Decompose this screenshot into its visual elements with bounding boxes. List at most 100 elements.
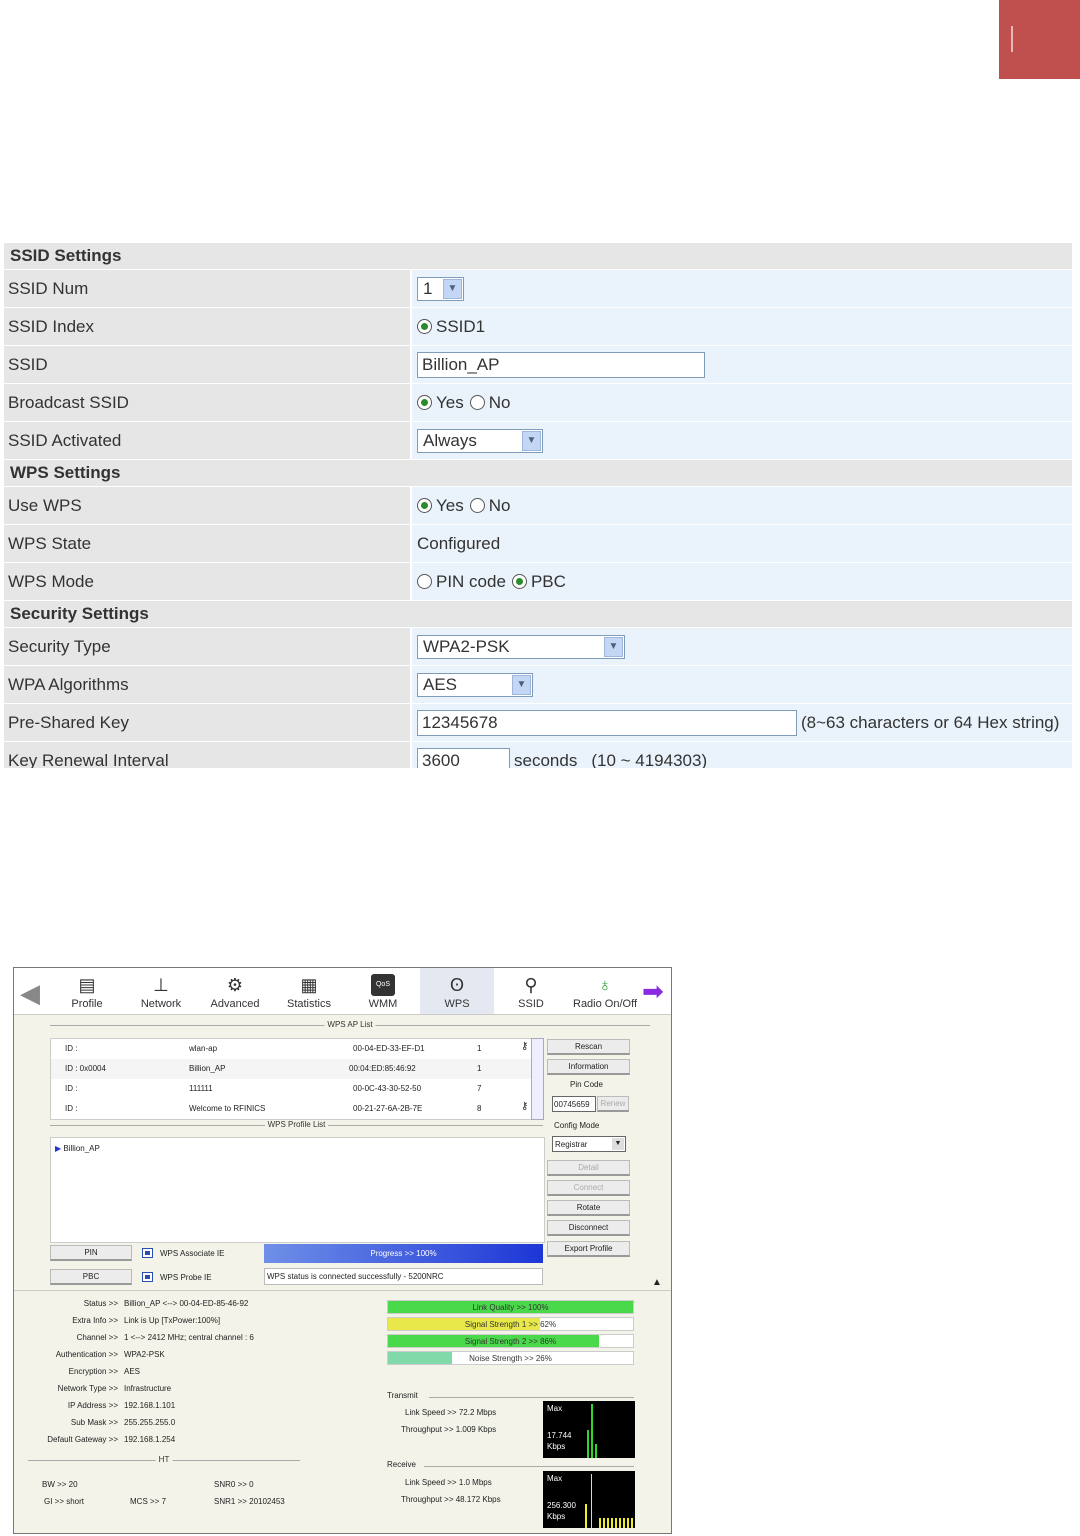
mcs-value: MCS >> 7	[130, 1497, 167, 1506]
rescan-button[interactable]: Rescan	[547, 1039, 630, 1055]
wpa-algorithms-row: WPA Algorithms AES ▼	[4, 666, 1072, 704]
rx-bar	[599, 1518, 633, 1528]
connect-button[interactable]: Connect	[547, 1180, 630, 1196]
tx-bar	[587, 1430, 589, 1458]
radio-empty-icon	[469, 498, 485, 513]
toolbar-wmm[interactable]: QoS WMM	[346, 968, 420, 1014]
toolbar-wps[interactable]: ʘ WPS	[420, 968, 494, 1014]
back-arrow-icon[interactable]: ◀	[20, 978, 40, 1009]
associate-ie-label: WPS Associate IE	[160, 1249, 225, 1258]
ap-row[interactable]: ID : Welcome to RFINICS 00-21-27-6A-2B-7…	[51, 1099, 531, 1119]
chevron-down-icon: ▼	[522, 430, 541, 451]
receive-title: Receive	[387, 1460, 416, 1469]
broadcast-no-radio[interactable]: No	[469, 393, 510, 413]
key-renewal-unit: seconds	[514, 750, 578, 769]
key-renewal-input[interactable]: 3600	[417, 747, 510, 768]
toolbar-network[interactable]: ⊥ Network	[124, 968, 198, 1014]
rx-link-speed: Link Speed >> 1.0 Mbps	[405, 1478, 492, 1487]
use-wps-yes-radio[interactable]: Yes	[417, 496, 464, 516]
calculator-icon: ▦	[300, 975, 318, 995]
ap-list-scrollbar[interactable]	[531, 1038, 544, 1120]
toolbar-radio[interactable]: ♁ Radio On/Off	[568, 968, 642, 1014]
security-type-row: Security Type WPA2-PSK ▼	[4, 628, 1072, 666]
ssid-icon: ⚲	[524, 975, 538, 995]
broadcast-yes-radio[interactable]: Yes	[417, 393, 464, 413]
pin-button[interactable]: PIN	[50, 1245, 132, 1261]
rx-throughput: Throughput >> 48.172 Kbps	[401, 1495, 501, 1504]
snr0-value: SNR0 >> 0	[214, 1480, 254, 1489]
ssid-num-select[interactable]: 1 ▼	[417, 276, 464, 301]
wps-state-row: WPS State Configured	[4, 525, 1072, 563]
collapse-up-icon[interactable]: ▲	[652, 1277, 662, 1288]
use-wps-no-radio[interactable]: No	[469, 496, 510, 516]
status-value: 192.168.1.254	[124, 1435, 176, 1444]
pre-shared-key-row: Pre-Shared Key 12345678 (8~63 characters…	[4, 704, 1072, 742]
wps-mode-pin-radio[interactable]: PIN code	[417, 572, 506, 592]
associate-ie-checkbox[interactable]	[142, 1248, 153, 1258]
information-button[interactable]: Information	[547, 1059, 630, 1075]
security-settings-header: Security Settings	[4, 601, 1072, 628]
router-icon: ⊥	[153, 975, 169, 995]
pin-code-field[interactable]: 00745659	[552, 1096, 596, 1112]
ssid-activated-select[interactable]: Always ▼	[417, 428, 543, 453]
ssid-settings-header: SSID Settings	[4, 243, 1072, 270]
signal-meter: Link Quality >> 100%	[387, 1300, 634, 1314]
toolbar-advanced[interactable]: ⚙ Advanced	[198, 968, 272, 1014]
wps-profile-list: ▶ Billion_AP	[50, 1137, 545, 1243]
ssid-row: SSID Billion_AP	[4, 346, 1072, 384]
toolbar-ssid[interactable]: ⚲ SSID	[494, 968, 568, 1014]
ssid-index-radio[interactable]: SSID1	[417, 317, 485, 337]
wps-mode-pbc-radio[interactable]: PBC	[511, 572, 566, 592]
ap-row[interactable]: ID : wlan-ap 00-04-ED-33-EF-D1 1 ⚷	[51, 1039, 531, 1059]
pre-shared-key-input[interactable]: 12345678	[417, 709, 797, 736]
wireless-settings-table: SSID Settings SSID Num 1 ▼ SSID Index SS…	[4, 243, 1072, 768]
security-type-label: Security Type	[4, 628, 412, 665]
use-wps-label: Use WPS	[4, 487, 412, 524]
bw-value: BW >> 20	[42, 1480, 78, 1489]
pin-code-title: Pin Code	[570, 1080, 603, 1089]
radio-selected-icon	[511, 574, 527, 589]
ap-row[interactable]: ID : 0x0004 Billion_AP 00:04:ED:85:46:92…	[51, 1059, 531, 1079]
ht-group: HT	[28, 1455, 300, 1464]
psk-hint: (8~63 characters or 64 Hex string)	[801, 712, 1060, 732]
renew-button[interactable]: Renew	[597, 1096, 629, 1112]
toolbar-profile[interactable]: ▤ Profile	[50, 968, 124, 1014]
status-value: 192.168.1.101	[124, 1401, 176, 1410]
ap-row[interactable]: ID : 111111 00-0C-43-30-52-50 7	[51, 1079, 531, 1099]
profile-item[interactable]: ▶ Billion_AP	[55, 1144, 100, 1153]
rotate-button[interactable]: Rotate	[547, 1200, 630, 1216]
transmit-divider	[429, 1397, 634, 1398]
status-key: Authentication >>	[55, 1350, 118, 1359]
signal-meter: Signal Strength 1 >> 62%	[387, 1317, 634, 1331]
radio-empty-icon	[469, 395, 485, 410]
pbc-button[interactable]: PBC	[50, 1269, 132, 1285]
rx-graph-unit: Kbps	[547, 1512, 566, 1521]
qos-icon: QoS	[371, 974, 395, 996]
wpa-algorithms-select[interactable]: AES ▼	[417, 672, 533, 697]
forward-arrow-icon[interactable]: ➡	[642, 976, 664, 1007]
tx-graph-unit: Kbps	[547, 1442, 566, 1451]
tx-bar	[595, 1444, 597, 1458]
security-type-select[interactable]: WPA2-PSK ▼	[417, 634, 625, 659]
chevron-down-icon: ▼	[512, 674, 531, 695]
probe-ie-checkbox[interactable]	[142, 1272, 153, 1282]
status-value: Billion_AP <--> 00-04-ED-85-46-92	[124, 1299, 249, 1308]
broadcast-ssid-label: Broadcast SSID	[4, 384, 412, 421]
key-renewal-range: (10 ~ 4194303)	[591, 750, 708, 769]
config-mode-select[interactable]: Registrar ▼	[552, 1136, 626, 1152]
key-renewal-row: Key Renewal Interval 3600 seconds (10 ~ …	[4, 742, 1072, 768]
wps-state-value: Configured	[412, 525, 1072, 562]
signal-meter: Signal Strength 2 >> 86%	[387, 1334, 634, 1348]
disconnect-button[interactable]: Disconnect	[547, 1220, 630, 1236]
toolbar-statistics[interactable]: ▦ Statistics	[272, 968, 346, 1014]
export-profile-button[interactable]: Export Profile	[547, 1241, 630, 1257]
status-value: 255.255.255.0	[124, 1418, 176, 1427]
rx-throughput-graph: Max 256.300 Kbps	[543, 1471, 635, 1528]
status-key: Default Gateway >>	[47, 1435, 118, 1444]
detail-button[interactable]: Detail	[547, 1160, 630, 1176]
wireless-utility-window: ◀ ▤ Profile ⊥ Network ⚙ Advanced ▦ Statistic…	[13, 967, 672, 1534]
status-key: Encryption >>	[68, 1367, 118, 1376]
corner-tick	[1011, 26, 1013, 52]
ssid-input[interactable]: Billion_AP	[417, 351, 705, 378]
ssid-num-row: SSID Num 1 ▼	[4, 270, 1072, 308]
